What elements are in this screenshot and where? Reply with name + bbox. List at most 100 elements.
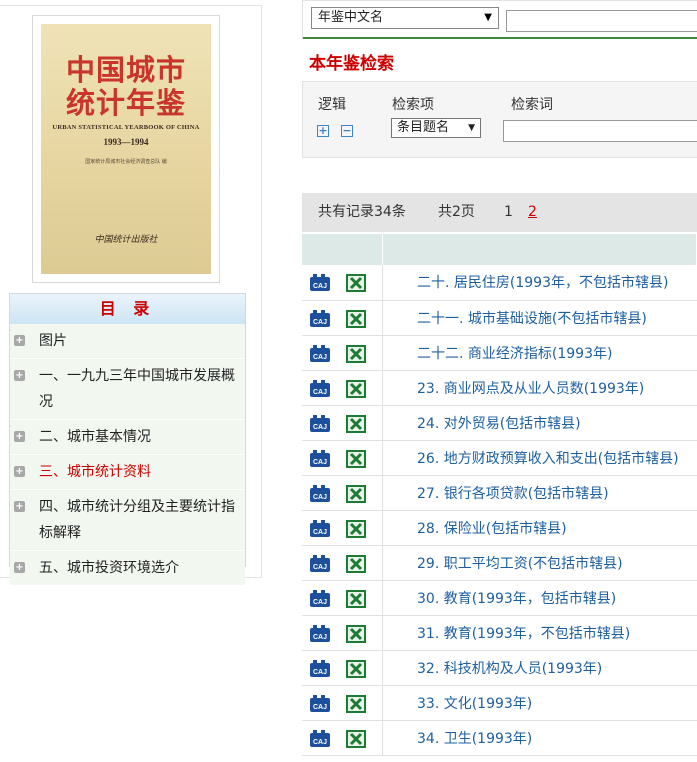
excel-download-icon[interactable] <box>346 484 366 503</box>
table-row: CAJ 二十一. 城市基础设施(不包括市辖县) <box>302 300 697 336</box>
svg-text:CAJ: CAJ <box>313 389 327 396</box>
table-row: CAJ 29. 职工平均工资(不包括市辖县) <box>302 545 697 581</box>
svg-text:CAJ: CAJ <box>313 739 327 746</box>
excel-download-icon[interactable] <box>346 554 366 573</box>
caj-download-icon[interactable]: CAJ <box>310 554 330 573</box>
svg-text:CAJ: CAJ <box>313 599 327 606</box>
excel-download-icon[interactable] <box>346 449 366 468</box>
table-row: CAJ 26. 地方财政预算收入和支出(包括市辖县) <box>302 440 697 476</box>
result-title-link[interactable]: 34. 卫生(1993年) <box>382 720 697 756</box>
expand-plus-icon[interactable]: + <box>14 431 25 442</box>
toc-item-label: 四、城市统计分组及主要统计指标解释 <box>39 499 235 541</box>
svg-text:CAJ: CAJ <box>313 424 327 431</box>
caj-download-icon[interactable]: CAJ <box>310 379 330 398</box>
result-title-link[interactable]: 31. 教育(1993年，不包括市辖县) <box>382 615 697 651</box>
result-title-link[interactable]: 29. 职工平均工资(不包括市辖县) <box>382 545 697 581</box>
svg-text:CAJ: CAJ <box>313 704 327 711</box>
book-cover-image[interactable]: 中国城市 统计年鉴 URBAN STATISTICAL YEARBOOK OF … <box>41 24 211 274</box>
add-condition-icon[interactable]: + <box>317 125 329 137</box>
excel-download-icon[interactable] <box>346 274 366 292</box>
expand-plus-icon[interactable]: + <box>14 335 25 346</box>
result-title-link[interactable]: 二十. 居民住房(1993年，不包括市辖县) <box>382 265 697 301</box>
excel-download-icon[interactable] <box>346 659 366 678</box>
table-row: CAJ 32. 科技机构及人员(1993年) <box>302 650 697 686</box>
caj-download-icon[interactable]: CAJ <box>310 484 330 503</box>
table-row: CAJ 23. 商业网点及从业人员数(1993年) <box>302 370 697 406</box>
toc-item-label: 二、城市基本情况 <box>39 429 151 445</box>
dropdown-arrow-icon: ▼ <box>468 123 475 133</box>
field-label: 检索项 <box>392 97 434 113</box>
table-row: CAJ 34. 卫生(1993年) <box>302 720 697 756</box>
caj-download-icon[interactable]: CAJ <box>310 274 330 292</box>
result-title-link[interactable]: 27. 银行各项贷款(包括市辖县) <box>382 475 697 511</box>
toc-list: + 图片 + 一、一九九三年中国城市发展概况 + 二、城市基本情况 + 三、城市统计资料 + 四、… <box>10 324 245 586</box>
excel-download-icon[interactable] <box>346 414 366 433</box>
toc-item[interactable]: + 三、城市统计资料 <box>10 455 245 490</box>
records-bar: 共有记录34条 共2页 1 2 <box>302 193 697 232</box>
toc-item[interactable]: + 五、城市投资环境选介 <box>10 551 245 586</box>
page-1-current: 1 <box>504 204 513 220</box>
caj-download-icon[interactable]: CAJ <box>310 414 330 433</box>
result-title-link[interactable]: 二十二. 商业经济指标(1993年) <box>382 335 697 371</box>
excel-download-icon[interactable] <box>346 379 366 398</box>
table-row: CAJ 31. 教育(1993年，不包括市辖县) <box>302 615 697 651</box>
table-row: CAJ 27. 银行各项贷款(包括市辖县) <box>302 475 697 511</box>
svg-text:CAJ: CAJ <box>313 354 327 361</box>
expand-plus-icon[interactable]: + <box>14 501 25 512</box>
svg-text:CAJ: CAJ <box>313 494 327 501</box>
caj-download-icon[interactable]: CAJ <box>310 624 330 643</box>
toc-item[interactable]: + 图片 <box>10 324 245 359</box>
table-of-contents: 目 录 + 图片 + 一、一九九三年中国城市发展概况 + 二、城市基本情况 + 三、城市统计资… <box>9 293 246 586</box>
term-input[interactable] <box>503 120 697 142</box>
expand-plus-icon[interactable]: + <box>14 466 25 477</box>
result-title-link[interactable]: 28. 保险业(包括市辖县) <box>382 510 697 546</box>
excel-download-icon[interactable] <box>346 309 366 328</box>
toc-item[interactable]: + 一、一九九三年中国城市发展概况 <box>10 359 245 420</box>
field-select[interactable]: 条目题名 ▼ <box>391 118 481 138</box>
toc-item[interactable]: + 四、城市统计分组及主要统计指标解释 <box>10 490 245 551</box>
caj-download-icon[interactable]: CAJ <box>310 659 330 678</box>
result-title-link[interactable]: 23. 商业网点及从业人员数(1993年) <box>382 370 697 406</box>
svg-text:CAJ: CAJ <box>313 459 327 466</box>
caj-download-icon[interactable]: CAJ <box>310 449 330 468</box>
excel-download-icon[interactable] <box>346 589 366 608</box>
svg-text:CAJ: CAJ <box>313 529 327 536</box>
excel-download-icon[interactable] <box>346 729 366 748</box>
table-row: CAJ 二十二. 商业经济指标(1993年) <box>302 335 697 371</box>
caj-download-icon[interactable]: CAJ <box>310 589 330 608</box>
search-input[interactable] <box>506 10 697 32</box>
excel-download-icon[interactable] <box>346 344 366 363</box>
top-search-bar: 年鉴中文名 ▼ <box>302 0 697 39</box>
excel-download-icon[interactable] <box>346 624 366 643</box>
result-title-link[interactable]: 32. 科技机构及人员(1993年) <box>382 650 697 686</box>
cover-title-line1: 中国城市 <box>65 53 186 87</box>
excel-download-icon[interactable] <box>346 694 366 713</box>
caj-download-icon[interactable]: CAJ <box>310 694 330 713</box>
toc-item-label: 五、城市投资环境选介 <box>39 560 179 576</box>
section-title: 本年鉴检索 <box>309 54 394 74</box>
cover-years: 1993—1994 <box>103 137 149 147</box>
page-2-link[interactable]: 2 <box>528 193 537 232</box>
remove-condition-icon[interactable]: − <box>341 125 353 137</box>
toc-item[interactable]: + 二、城市基本情况 <box>10 420 245 455</box>
search-type-select[interactable]: 年鉴中文名 ▼ <box>311 7 499 29</box>
expand-plus-icon[interactable]: + <box>14 562 25 573</box>
result-title-link[interactable]: 30. 教育(1993年，包括市辖县) <box>382 580 697 616</box>
table-row: CAJ 24. 对外贸易(包括市辖县) <box>302 405 697 441</box>
caj-download-icon[interactable]: CAJ <box>310 519 330 538</box>
caj-download-icon[interactable]: CAJ <box>310 309 330 328</box>
search-type-value: 年鉴中文名 <box>318 10 384 25</box>
cover-editor: 国家统计局城市社会经济调查总队 编 <box>85 159 167 165</box>
result-title-link[interactable]: 24. 对外贸易(包括市辖县) <box>382 405 697 441</box>
result-title-link[interactable]: 33. 文化(1993年) <box>382 685 697 721</box>
svg-text:CAJ: CAJ <box>313 283 327 290</box>
expand-plus-icon[interactable]: + <box>14 370 25 381</box>
table-row: CAJ 28. 保险业(包括市辖县) <box>302 510 697 546</box>
result-title-link[interactable]: 26. 地方财政预算收入和支出(包括市辖县) <box>382 440 697 476</box>
caj-download-icon[interactable]: CAJ <box>310 344 330 363</box>
table-row: CAJ 二十. 居民住房(1993年，不包括市辖县) <box>302 265 697 301</box>
caj-download-icon[interactable]: CAJ <box>310 729 330 748</box>
excel-download-icon[interactable] <box>346 519 366 538</box>
result-title-link[interactable]: 二十一. 城市基础设施(不包括市辖县) <box>382 300 697 336</box>
results-table: CAJ 二十. 居民住房(1993年，不包括市辖县) CAJ 二十一. 城市基础设施(… <box>302 234 697 756</box>
